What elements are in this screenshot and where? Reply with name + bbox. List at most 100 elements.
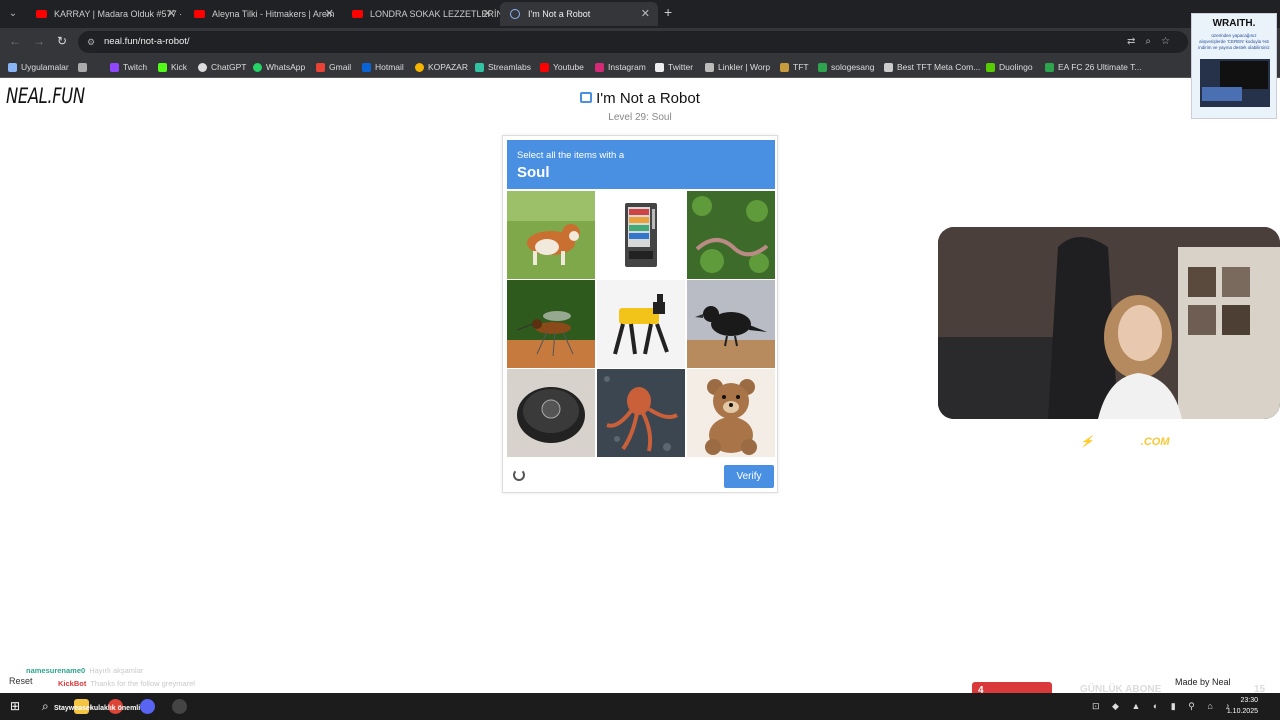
bookmark-label: TFT [793,62,809,72]
captcha-instruction: Select all the items with a [517,150,625,161]
bookmark-chatgpt[interactable]: ChatGPT [198,60,246,74]
twitch-icon [110,63,119,72]
chat-text: Hayırlı akşamlar [89,666,144,675]
bookmark-label: Best TFT Meta Com... [897,62,981,72]
youtube-icon [352,10,363,18]
forward-arrow-icon[interactable]: → [33,34,45,48]
zoom-icon[interactable]: ⌕ [1145,36,1161,47]
tile-robot-dog[interactable] [597,280,685,368]
chat-message: KickBot Thanks for the follow greymarel [58,679,195,688]
sheet-icon [1045,63,1054,72]
streamer-webcam-image [938,227,1280,419]
bookmark-linkler[interactable]: Linkler | Worp [705,60,770,74]
bookmark-duolingo[interactable]: Duolingo [986,60,1033,74]
system-clock[interactable]: 23:30 1.10.2025 [1227,695,1258,717]
tab-title: LONDRA SOKAK LEZZETLERİNİ [370,9,500,19]
page-content: NEAL.FUN I'm Not a Robot Level 29: Soul … [0,13,1280,701]
tile-crow[interactable] [687,280,775,368]
windows-taskbar: ⊞ ⌕ Stayweasel kulaklık önemli ⊡ ◆ ▲ ◐ ▮… [0,693,1280,720]
windows-start-icon[interactable]: ⊞ [10,699,25,714]
bookmark-kick[interactable]: Kick [158,60,187,74]
bookmark-kopazar[interactable]: KOPAZAR [415,60,468,74]
teddy-bear-image [687,369,775,457]
bookmark-uygulamalar[interactable]: Uygulamalar [8,60,69,74]
bookmark-apps[interactable] [78,60,91,74]
chat-text: Thanks for the follow greymarel [90,679,195,688]
bookmark-label: KOPAZAR [428,62,468,72]
star-icon[interactable]: ☆ [1161,36,1180,47]
worm-image [687,191,775,279]
tile-octopus[interactable] [597,369,685,457]
bookmark-hotmail[interactable]: Hotmail [362,60,404,74]
site-info-icon[interactable]: ⚙ [87,31,95,53]
tab-not-a-robot[interactable]: I'm Not a Robot ✕ [500,2,658,26]
captcha-widget: Select all the items with a Soul Verify [502,135,778,493]
tab-search-chevron-icon[interactable]: ⌄ [4,5,22,23]
bookmark-tft-meta[interactable]: Best TFT Meta Com... [884,60,980,74]
translate-icon[interactable]: ⇄ [1127,36,1145,47]
bookmark-gmail[interactable]: Gmail [316,60,351,74]
duolingo-icon [986,63,995,72]
chat-user: namesurename0 [26,666,86,675]
bookmark-twitter[interactable]: Twitter [655,60,693,74]
bookmark-eafc[interactable]: EA FC 26 Ultimate T... [1045,60,1141,74]
clock-date: 1.10.2025 [1226,708,1258,715]
clock-time: 23:30 [1240,697,1258,704]
bookmark-whatsapp[interactable]: WhatsApp [253,60,305,74]
page-title: I'm Not a Robot [0,90,1280,107]
bookmark-label: EA FC 26 Ultimate T... [1058,62,1142,72]
sponsor-title: WRAITH. [1212,18,1256,29]
verify-button[interactable]: Verify [724,465,774,488]
bookmark-label: Twitter [668,62,694,72]
reset-button[interactable]: Reset [9,676,33,686]
reload-icon[interactable]: ↻ [57,34,67,48]
bookmark-label: Duolingo [999,62,1033,72]
tab-karray[interactable]: KARRAY | Madara Olduk #577 · ✕ [26,2,184,26]
back-arrow-icon[interactable]: ← [9,34,21,48]
chatgpt-icon [198,63,207,72]
chat-user: KickBot [58,679,87,688]
bookmark-youtube[interactable]: Youtube [540,60,584,74]
outlook-icon [362,63,371,72]
apps-grid-icon [8,63,17,72]
close-icon[interactable]: ✕ [483,2,492,26]
tab-londra[interactable]: LONDRA SOKAK LEZZETLERİNİ ✕ [342,2,500,26]
taskbar-label: Stayweasel [54,705,92,712]
bookmark-streamlabs[interactable]: Streamlabs [475,60,531,74]
tile-worm[interactable] [687,191,775,279]
bookmark-sologesang[interactable]: sologesang [818,60,874,74]
system-tray[interactable]: ⊡ ◆ ▲ ◐ ▮ ⚲ ⌂ ♪ [1092,701,1235,712]
close-icon[interactable]: ✕ [167,2,176,26]
close-icon[interactable]: ✕ [325,2,334,26]
browser-tab-bar: ⌄ KARRAY | Madara Olduk #577 · ✕ Aleyna … [0,0,1280,28]
bookmark-label: Kick [171,62,188,72]
mosquito-image [507,280,595,368]
tile-mosquito[interactable] [507,280,595,368]
address-bar[interactable]: ⚙ neal.fun/not-a-robot/ ⇄⌕☆ [78,31,1188,53]
discord-icon[interactable] [140,699,155,714]
tile-dog[interactable] [507,191,595,279]
x-icon [655,63,664,72]
new-tab-button[interactable]: + [664,4,672,20]
captcha-footer: Verify [503,460,777,493]
bookmark-label: WhatsApp [266,62,306,72]
close-icon[interactable]: ✕ [641,2,650,26]
chat-message: namesurename0 Hayırlı akşamlar [26,666,143,675]
obs-icon[interactable] [172,699,187,714]
bookmark-label: Hotmail [375,62,404,72]
tile-vending-machine[interactable] [597,191,685,279]
bookmark-twitch[interactable]: Twitch [110,60,147,74]
octopus-image [597,369,685,457]
tab-title: KARRAY | Madara Olduk #577 · [54,9,183,19]
link-icon [705,63,714,72]
tile-robot-vacuum[interactable] [507,369,595,457]
tile-teddy-bear[interactable] [687,369,775,457]
bookmark-label: Instagram [608,62,646,72]
kick-icon [158,63,167,72]
bookmark-instagram[interactable]: Instagram [595,60,646,74]
refresh-icon[interactable] [513,469,525,481]
taskbar-label: kulaklık önemli [90,705,141,712]
tab-aleyna[interactable]: Aleyna Tilki - Hitmakers | Arem ✕ [184,2,342,26]
captcha-header: Select all the items with a Soul [507,140,775,189]
bookmark-tft[interactable]: TFT [780,60,809,74]
